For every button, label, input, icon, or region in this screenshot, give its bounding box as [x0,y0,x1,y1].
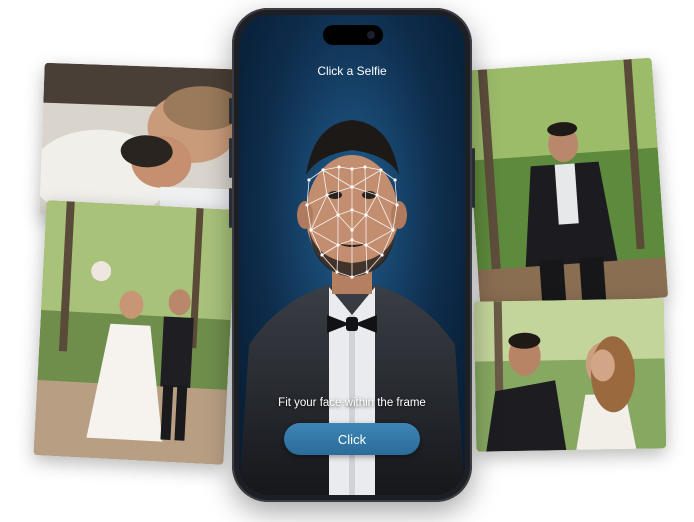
screen-title: Click a Selfie [317,64,387,78]
click-selfie-button[interactable]: Click [284,423,420,455]
couple-embrace-photo [473,298,667,452]
front-camera-icon [367,31,375,39]
mute-switch [229,98,232,124]
phone-mockup: Click a Selfie Fit your face within the … [229,8,475,502]
groom-forest-photo [463,57,669,311]
phone-screen: Click a Selfie Fit your face within the … [239,15,465,495]
couple-walking-forest-photo [33,200,237,465]
couple-lying-photo [39,62,237,222]
dynamic-island [323,25,383,45]
volume-down-button [229,188,232,228]
face-frame-hint: Fit your face within the frame [278,397,426,409]
power-button [472,148,475,208]
volume-up-button [229,138,232,178]
